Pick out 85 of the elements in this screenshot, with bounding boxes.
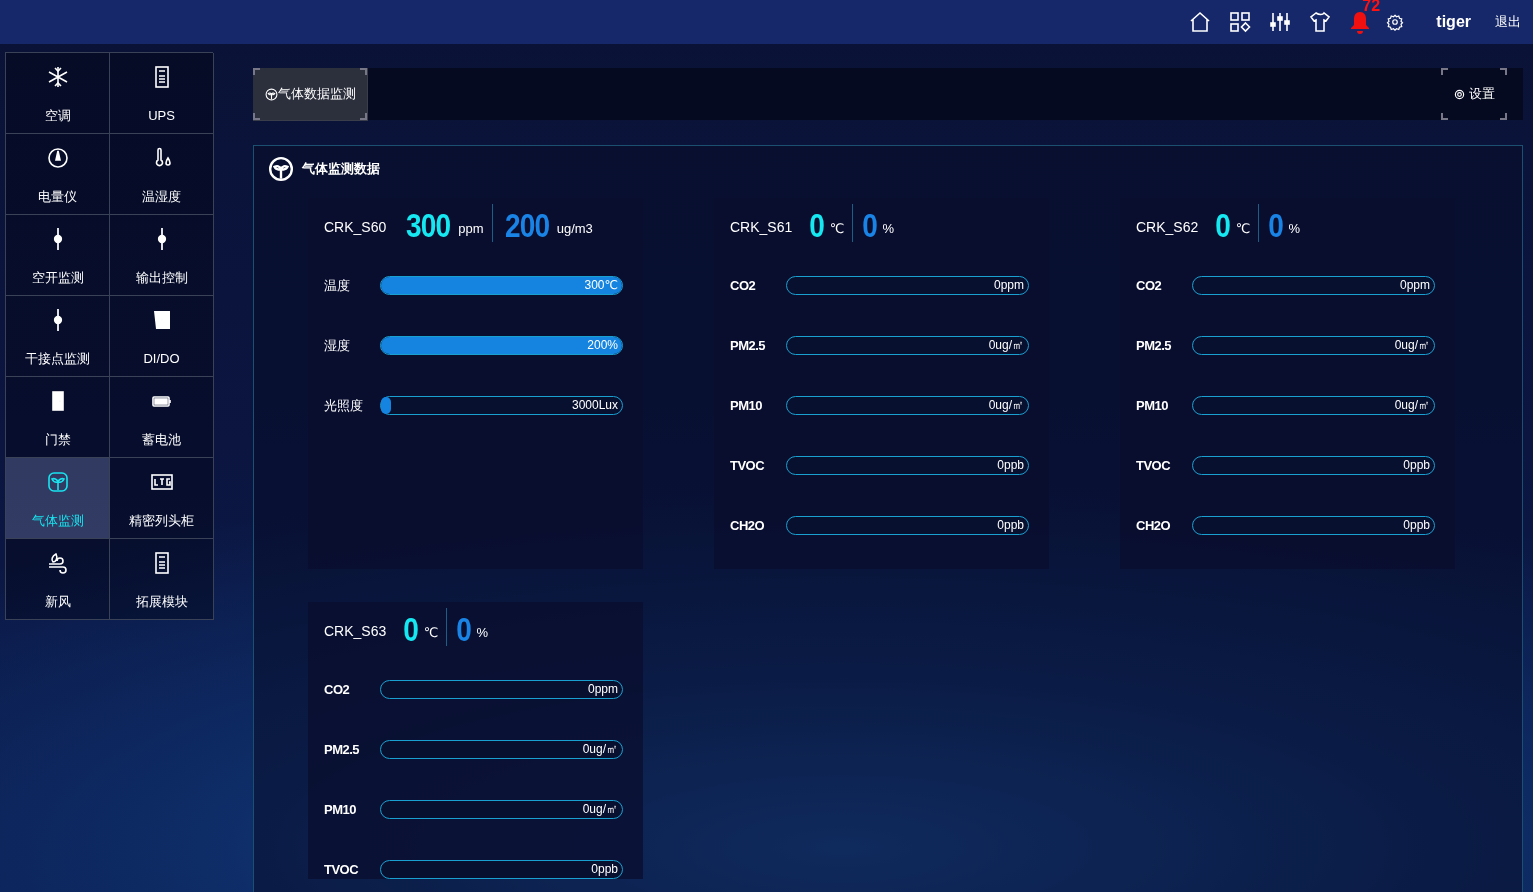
metric-label: PM10 xyxy=(324,800,357,819)
metric-label: TVOC xyxy=(324,860,360,879)
metric-label: CO2 xyxy=(730,276,757,295)
metric-reading: 0ppb xyxy=(997,457,1024,474)
metric-label: PM2.5 xyxy=(730,336,767,355)
sidebar-item[interactable]: 门禁 xyxy=(6,377,110,458)
metric-reading: 0ug/㎡ xyxy=(988,397,1024,414)
reading-value: 300 xyxy=(406,209,451,242)
sidebar-item[interactable]: 空调 xyxy=(6,53,110,134)
logout-link[interactable]: 退出 xyxy=(1495,12,1521,32)
metric-reading: 0ppb xyxy=(1403,517,1430,534)
metric-label: 温度 xyxy=(324,276,351,295)
switch-icon xyxy=(52,308,63,332)
settings-icon xyxy=(1453,88,1465,100)
metric-label: CH2O xyxy=(1136,516,1172,535)
sensor-name: CRK_S62 xyxy=(1136,218,1199,237)
sensor-name: CRK_S60 xyxy=(324,218,387,237)
sprout-icon xyxy=(264,87,278,101)
metric-reading: 3000Lux xyxy=(571,397,618,414)
metric-reading: 300℃ xyxy=(584,277,618,294)
metric-reading: 0ug/㎡ xyxy=(582,801,618,818)
gauge-icon xyxy=(45,146,70,170)
reading-unit: ppm xyxy=(458,219,484,238)
sidebar-item[interactable]: 精密列头柜 xyxy=(110,458,214,539)
reading-unit: % xyxy=(476,623,489,642)
metric-reading: 0ppb xyxy=(1403,457,1430,474)
sensor-name: CRK_S61 xyxy=(730,218,793,237)
sprout-icon xyxy=(268,156,294,182)
panel-title: 气体监测数据 xyxy=(302,160,380,179)
reading-value: 0 xyxy=(1268,209,1284,242)
switch-icon xyxy=(52,227,63,251)
metric-label: PM10 xyxy=(1136,396,1169,415)
reading-value: 0 xyxy=(456,613,472,646)
sidebar-item[interactable]: 空开监测 xyxy=(6,215,110,296)
sensor-name: CRK_S63 xyxy=(324,622,387,641)
reading-unit: % xyxy=(882,219,895,238)
sidebar-item[interactable]: 电量仪 xyxy=(6,134,110,215)
sidebar-item[interactable]: 干接点监测 xyxy=(6,296,110,377)
metric-reading: 0ug/㎡ xyxy=(1394,397,1430,414)
sprout-icon xyxy=(45,470,70,494)
reading-unit: ℃ xyxy=(423,623,439,642)
shirt-icon[interactable] xyxy=(1308,10,1333,34)
switch-icon xyxy=(156,227,167,251)
metric-reading: 0ppm xyxy=(587,681,618,698)
sidebar-item[interactable]: 新风 xyxy=(6,539,110,620)
metric-reading: 0ppb xyxy=(591,861,618,878)
metric-label: CO2 xyxy=(324,680,351,699)
reading-value: 0 xyxy=(403,613,419,646)
sidebar-item[interactable]: UPS xyxy=(110,53,214,134)
grid-icon[interactable] xyxy=(1228,10,1253,34)
sidebar-item[interactable]: 气体监测 xyxy=(6,458,110,539)
sidebar-item[interactable]: 拓展模块 xyxy=(110,539,214,620)
tab[interactable]: 气体数据监测 xyxy=(253,68,367,120)
metric-label: CH2O xyxy=(730,516,766,535)
settings-button[interactable]: 设置 xyxy=(1441,68,1507,120)
metric-label: CO2 xyxy=(1136,276,1163,295)
sidebar-item[interactable]: DI/DO xyxy=(110,296,214,377)
reading-value: 0 xyxy=(809,209,825,242)
metric-label: PM2.5 xyxy=(1136,336,1173,355)
metric-reading: 200% xyxy=(587,337,618,354)
metric-label: TVOC xyxy=(730,456,766,475)
metric-reading: 0ug/㎡ xyxy=(988,337,1024,354)
metric-reading: 0ug/㎡ xyxy=(1394,337,1430,354)
metric-reading: 0ug/㎡ xyxy=(582,741,618,758)
sidebar-item[interactable]: 蓄电池 xyxy=(110,377,214,458)
reading-value: 0 xyxy=(1215,209,1231,242)
reading-unit: ug/m3 xyxy=(556,219,593,238)
reading-unit: % xyxy=(1288,219,1301,238)
alarm-count: 72 xyxy=(1362,0,1381,14)
metric-label: TVOC xyxy=(1136,456,1172,475)
metric-label: PM10 xyxy=(730,396,763,415)
metric-label: 湿度 xyxy=(324,336,351,355)
metric-label: 光照度 xyxy=(324,396,364,415)
metric-reading: 0ppb xyxy=(997,517,1024,534)
reading-unit: ℃ xyxy=(1235,219,1251,238)
metric-reading: 0ppm xyxy=(1399,277,1430,294)
metric-reading: 0ppm xyxy=(993,277,1024,294)
user-name: tiger xyxy=(1436,12,1471,32)
metric-label: PM2.5 xyxy=(324,740,361,759)
reading-unit: ℃ xyxy=(829,219,845,238)
sliders-icon[interactable] xyxy=(1268,10,1293,34)
sidebar-item[interactable]: 输出控制 xyxy=(110,215,214,296)
reading-value: 200 xyxy=(504,209,549,242)
sidebar-item[interactable]: 温湿度 xyxy=(110,134,214,215)
reading-value: 0 xyxy=(862,209,878,242)
